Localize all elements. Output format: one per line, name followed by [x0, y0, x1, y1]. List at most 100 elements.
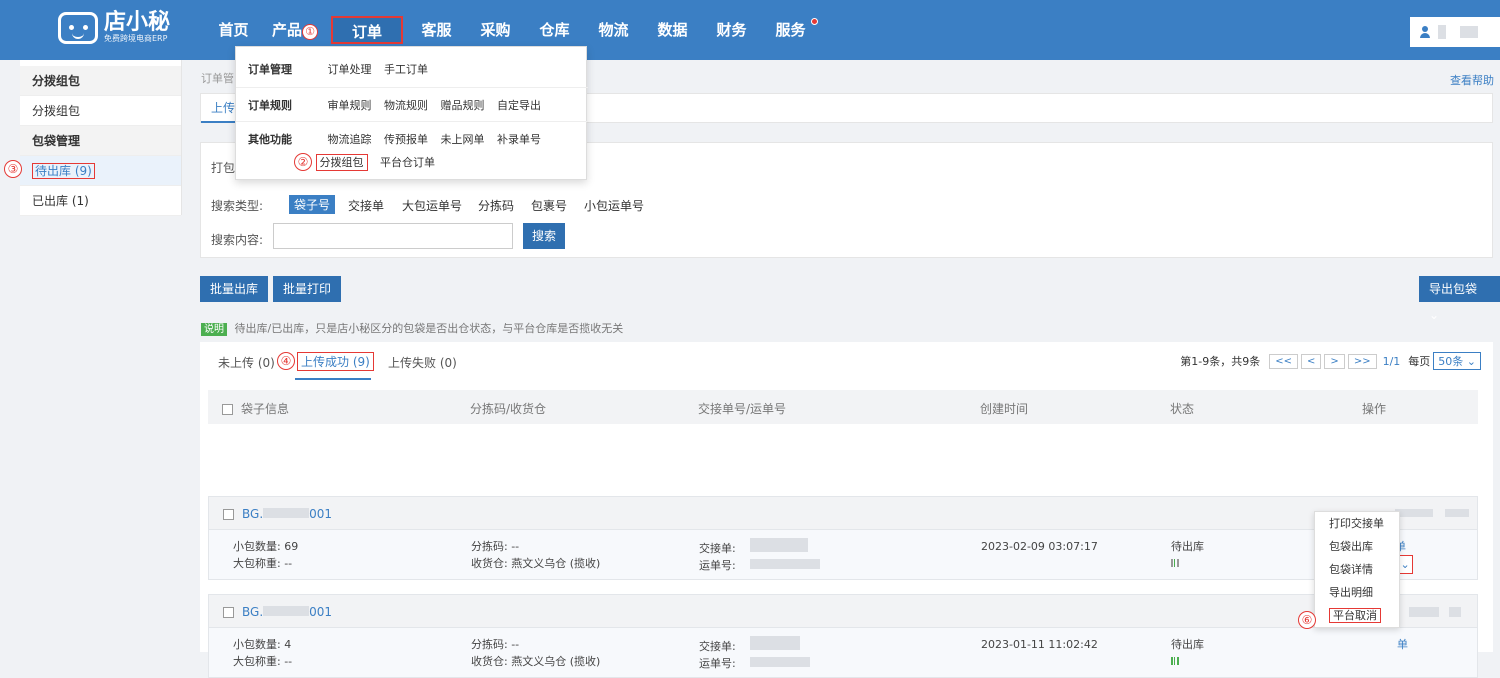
menu-allocation-packing[interactable]: 分拨组包: [315, 154, 368, 171]
menu-gift-rules[interactable]: 赠品规则: [441, 99, 485, 112]
handover-redacted: [749, 636, 800, 650]
tab-upload-failed[interactable]: 上传失败 (0): [388, 354, 457, 371]
print-label-link-partial[interactable]: 单: [1397, 636, 1408, 653]
notification-dot-icon: [811, 18, 818, 25]
menu-audit-rules[interactable]: 审单规则: [328, 99, 372, 112]
search-type-small-waybill[interactable]: 小包运单号: [584, 197, 644, 214]
pager-first[interactable]: <<: [1269, 353, 1299, 369]
nav-product[interactable]: 产品 ①: [263, 16, 327, 44]
big-weight: 大包称重: --: [233, 655, 293, 668]
row-checkbox[interactable]: [223, 607, 234, 618]
nav-order[interactable]: 订单: [331, 16, 403, 44]
nav-data[interactable]: 数据: [643, 16, 702, 44]
bag-id-link[interactable]: BG. 001: [223, 507, 332, 521]
nav-product-label: 产品: [271, 21, 302, 39]
brand-subtitle: 免费跨境电商ERP: [104, 34, 168, 43]
dropdown-row-other-2: ② 分拨组包 平台仓订单: [294, 153, 444, 171]
search-type-label: 搜索类型:: [211, 199, 264, 213]
header-bag-info-label: 袋子信息: [241, 402, 290, 416]
table-row: BG. 001: [208, 496, 1478, 530]
tab-not-uploaded[interactable]: 未上传 (0): [218, 354, 275, 371]
menu-logistics-tracking[interactable]: 物流追踪: [328, 133, 372, 146]
nav-service[interactable]: 客服: [407, 16, 466, 44]
export-bags-label: 导出包袋: [1429, 282, 1478, 296]
nav-purchase[interactable]: 采购: [466, 16, 525, 44]
step-marker-3: ③: [4, 160, 22, 178]
sidebar-item-shipped[interactable]: 已出库 (1): [20, 186, 181, 216]
search-type-bag[interactable]: 袋子号: [289, 195, 336, 214]
sidebar-item-pending-out[interactable]: 待出库 (9): [20, 156, 181, 186]
sidebar: 分拨组包 分拨组包 包袋管理 待出库 (9) 已出库 (1): [20, 60, 182, 216]
batch-print-button[interactable]: 批量打印: [273, 276, 342, 302]
menu-platform-warehouse-order[interactable]: 平台仓订单: [380, 156, 435, 169]
pack-label: 打包: [211, 161, 236, 175]
menu-not-online[interactable]: 未上网单: [441, 133, 485, 146]
menu-print-handover[interactable]: 打印交接单: [1315, 512, 1399, 535]
header-status: 状态: [1170, 402, 1195, 416]
chevron-down-icon: ⌄: [1466, 355, 1476, 368]
menu-supplement-number[interactable]: 补录单号: [497, 133, 541, 146]
divider: [236, 87, 588, 88]
per-page-select[interactable]: 50条 ⌄: [1433, 352, 1481, 370]
big-weight: 大包称重: --: [233, 557, 293, 570]
status-cell: 待出库: [1171, 538, 1204, 572]
nav-finance[interactable]: 财务: [702, 16, 761, 44]
search-input[interactable]: [273, 223, 513, 249]
tab-upload-success[interactable]: 上传成功 (9): [297, 352, 374, 371]
sort-warehouse: 分拣码: -- 收货仓: 燕文义乌仓 (揽收): [471, 538, 600, 572]
search-type-big-waybill[interactable]: 大包运单号: [402, 197, 462, 214]
menu-forecast[interactable]: 传预报单: [384, 133, 428, 146]
menu-export-detail[interactable]: 导出明细: [1315, 581, 1399, 604]
brand-title: 店小秘: [104, 10, 171, 35]
export-bags-button[interactable]: 导出包袋 ⌄: [1419, 276, 1500, 322]
more-menu: 打印交接单 包袋出库 包袋详情 导出明细 平台取消: [1314, 511, 1400, 628]
menu-logistics-rules[interactable]: 物流规则: [384, 99, 428, 112]
nav-logistics[interactable]: 物流: [584, 16, 643, 44]
select-all-checkbox[interactable]: [222, 404, 233, 415]
step-marker-6: ⑥: [1298, 611, 1316, 629]
menu-manual-order[interactable]: 手工订单: [384, 63, 428, 76]
row-checkbox[interactable]: [223, 509, 234, 520]
bag-id-link[interactable]: BG. 001: [223, 605, 332, 619]
menu-platform-cancel[interactable]: 平台取消: [1315, 604, 1399, 627]
pager-next[interactable]: >: [1324, 353, 1345, 369]
search-button[interactable]: 搜索: [523, 223, 565, 249]
redacted-info: [1409, 607, 1439, 617]
handover-label: 交接单:: [699, 542, 736, 555]
handover-waybill: 交接单: 运单号:: [699, 538, 820, 574]
step-marker-1: ①: [302, 23, 318, 40]
dropdown-head: 订单管理: [248, 63, 292, 76]
status-text: 待出库: [1171, 638, 1204, 651]
menu-platform-cancel-label: 平台取消: [1329, 608, 1381, 623]
waybill-redacted: [749, 657, 810, 667]
sidebar-group-allocation: 分拨组包: [20, 66, 181, 96]
bag-counts: 小包数量: 69 大包称重: --: [233, 538, 298, 572]
barcode-icon: [1171, 559, 1179, 567]
menu-bag-detail[interactable]: 包袋详情: [1315, 558, 1399, 581]
search-content-label: 搜索内容:: [211, 233, 264, 247]
pager-last[interactable]: >>: [1347, 353, 1377, 369]
redacted-info-2: [1449, 607, 1461, 617]
user-menu[interactable]: [1410, 17, 1500, 47]
menu-bag-out[interactable]: 包袋出库: [1315, 535, 1399, 558]
nav-home[interactable]: 首页: [204, 16, 263, 44]
menu-order-processing[interactable]: 订单处理: [328, 63, 372, 76]
batch-out-button[interactable]: 批量出库: [200, 276, 269, 302]
header-created: 创建时间: [980, 402, 1029, 416]
divider: [236, 121, 588, 122]
sidebar-item-allocation[interactable]: 分拨组包: [20, 96, 181, 126]
bag-suffix: 001: [309, 507, 333, 521]
search-type-handover[interactable]: 交接单: [348, 197, 384, 214]
search-type-sort-code[interactable]: 分拣码: [478, 197, 514, 214]
dropdown-row-order-rules: 订单规则 审单规则 物流规则 赠品规则 自定导出: [248, 97, 550, 113]
pager-prev[interactable]: <: [1301, 353, 1322, 369]
menu-custom-export[interactable]: 自定导出: [497, 99, 541, 112]
step-marker-2: ②: [294, 153, 312, 171]
help-link[interactable]: 查看帮助: [1450, 72, 1494, 88]
small-count: 小包数量: 69: [233, 540, 299, 553]
nav-services[interactable]: 服务: [761, 16, 820, 44]
search-type-package[interactable]: 包裹号: [531, 197, 567, 214]
nav-warehouse[interactable]: 仓库: [525, 16, 584, 44]
logo[interactable]: 店小秘 免费跨境电商ERP: [58, 10, 170, 46]
note-text: 待出库/已出库，只是店小秘区分的包袋是否出仓状态，与平台仓库是否揽收无关: [234, 322, 624, 335]
